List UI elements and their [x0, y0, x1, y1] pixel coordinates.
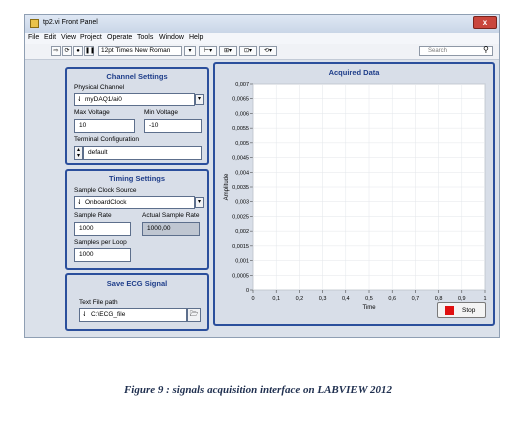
terminal-config-field[interactable]: default [83, 146, 202, 160]
waveform-graph: Acquired Data 0,007 0,0065 0,006 0,0055 0,00… [213, 62, 495, 326]
distribute-objects-icon[interactable]: ⊞▾ [219, 46, 237, 56]
y-tick-label: 0,004 [235, 170, 249, 176]
save-ecg-cluster: Save ECG Signal Text File path ⇃ C:\ECG_… [65, 273, 209, 331]
y-tick-label: 0,0055 [232, 126, 249, 132]
close-button[interactable]: x [473, 16, 497, 29]
stop-button[interactable]: Stop [437, 302, 486, 318]
y-tick-label: 0,003 [235, 200, 249, 206]
y-tick-label: 0,001 [235, 259, 249, 265]
sample-clock-source-field[interactable]: ⇃ OnboardClock [74, 196, 195, 209]
channel-settings-cluster: Channel Settings Physical Channel ⇃ myDA… [65, 67, 209, 165]
timing-settings-title: Timing Settings [108, 174, 166, 183]
y-tick-label: 0,0005 [232, 273, 249, 279]
abort-icon[interactable]: ● [73, 46, 83, 56]
save-ecg-title: Save ECG Signal [106, 279, 168, 288]
reorder-icon[interactable]: ⟲▾ [259, 46, 277, 56]
x-tick-label: 0 [251, 296, 254, 302]
max-voltage-label: Max Voltage [74, 109, 110, 116]
vi-icon [30, 19, 39, 28]
samples-per-loop-field[interactable]: 1000 [74, 248, 131, 262]
toolbar: ⇨ ⟳ ● ❚❚ 12pt Times New Roman ▾ ⊢▾ ⊞▾ ⊡▾… [25, 44, 499, 60]
y-axis-label: Amplitude [224, 173, 230, 200]
window-title: tp2.vi Front Panel [43, 19, 98, 26]
y-tick-label: 0,0035 [232, 185, 249, 191]
y-tick-label: 0,002 [235, 229, 249, 235]
labview-window: tp2.vi Front Panel x File Edit View Proj… [24, 14, 500, 338]
menu-project[interactable]: Project [80, 34, 102, 41]
channel-settings-title: Channel Settings [106, 72, 168, 81]
io-channel-icon: ⇃ [77, 96, 83, 103]
y-tick-label: 0,0045 [232, 156, 249, 162]
x-tick-label: 0,6 [388, 296, 396, 302]
y-tick-label: 0,0015 [232, 244, 249, 250]
run-arrow-icon[interactable]: ⇨ [51, 46, 61, 56]
font-dropdown-icon[interactable]: ▾ [184, 46, 196, 56]
sample-rate-field[interactable]: 1000 [74, 222, 131, 236]
x-tick-label: 0,2 [296, 296, 304, 302]
resize-objects-icon[interactable]: ⊡▾ [239, 46, 257, 56]
terminal-config-label: Terminal Configuration [74, 136, 140, 143]
max-voltage-field[interactable]: 10 [74, 119, 135, 133]
actual-sample-rate-indicator: 1000,00 [142, 222, 200, 236]
y-tick-label: 0,0025 [232, 214, 249, 220]
path-icon: ⇃ [82, 311, 88, 318]
menu-edit[interactable]: Edit [44, 34, 56, 41]
menu-operate[interactable]: Operate [107, 34, 132, 41]
sample-clock-source-label: Sample Clock Source [74, 187, 137, 194]
y-tick-label: 0,007 [235, 82, 249, 88]
actual-sample-rate-label: Actual Sample Rate [142, 212, 200, 219]
y-tick-label: 0 [246, 288, 249, 294]
text-file-path-label: Text File path [79, 299, 118, 306]
physical-channel-dropdown-icon[interactable]: ▾ [195, 94, 204, 105]
terminal-config-stepper[interactable]: ▴ ▾ [74, 146, 83, 160]
timing-settings-cluster: Timing Settings Sample Clock Source ⇃ On… [65, 169, 209, 270]
menu-view[interactable]: View [61, 34, 76, 41]
x-tick-label: 0,7 [412, 296, 420, 302]
y-tick-label: 0,005 [235, 141, 249, 147]
menu-file[interactable]: File [28, 34, 39, 41]
front-panel: Channel Settings Physical Channel ⇃ myDA… [25, 60, 499, 337]
search-input[interactable]: Search [419, 46, 493, 56]
physical-channel-field[interactable]: ⇃ myDAQ1/ai0 [74, 93, 195, 106]
align-objects-icon[interactable]: ⊢▾ [199, 46, 217, 56]
sample-rate-label: Sample Rate [74, 212, 112, 219]
min-voltage-field[interactable]: -10 [144, 119, 202, 133]
search-icon[interactable]: ⚲ [483, 45, 489, 54]
x-axis-label: Time [362, 305, 376, 311]
samples-per-loop-label: Samples per Loop [74, 239, 127, 246]
menu-bar: File Edit View Project Operate Tools Win… [25, 33, 499, 44]
io-clock-icon: ⇃ [77, 199, 83, 206]
x-tick-label: 0,1 [272, 296, 280, 302]
menu-window[interactable]: Window [159, 34, 184, 41]
physical-channel-label: Physical Channel [74, 84, 125, 91]
y-tick-label: 0,006 [235, 111, 249, 117]
title-bar: tp2.vi Front Panel x [25, 15, 499, 33]
font-select[interactable]: 12pt Times New Roman [98, 46, 182, 56]
clock-source-dropdown-icon[interactable]: ▾ [195, 197, 204, 208]
x-tick-label: 0,4 [342, 296, 350, 302]
stop-indicator-icon [445, 306, 454, 315]
menu-tools[interactable]: Tools [137, 34, 153, 41]
text-file-path-field[interactable]: ⇃ C:\ECG_file [79, 308, 187, 322]
graph-plot: 0,007 0,0065 0,006 0,0055 0,005 0,0045 0,004 0,… [224, 82, 487, 311]
x-tick-label: 0,5 [365, 296, 373, 302]
browse-folder-icon[interactable]: 🗁 [187, 308, 201, 322]
x-tick-label: 0,3 [319, 296, 327, 302]
pause-icon[interactable]: ❚❚ [84, 46, 95, 56]
min-voltage-label: Min Voltage [144, 109, 178, 116]
figure-caption: Figure 9 : signals acquisition interface… [123, 384, 393, 396]
run-continuously-icon[interactable]: ⟳ [62, 46, 72, 56]
menu-help[interactable]: Help [189, 34, 203, 41]
y-tick-label: 0,0065 [232, 97, 249, 103]
stop-label: Stop [462, 307, 476, 314]
